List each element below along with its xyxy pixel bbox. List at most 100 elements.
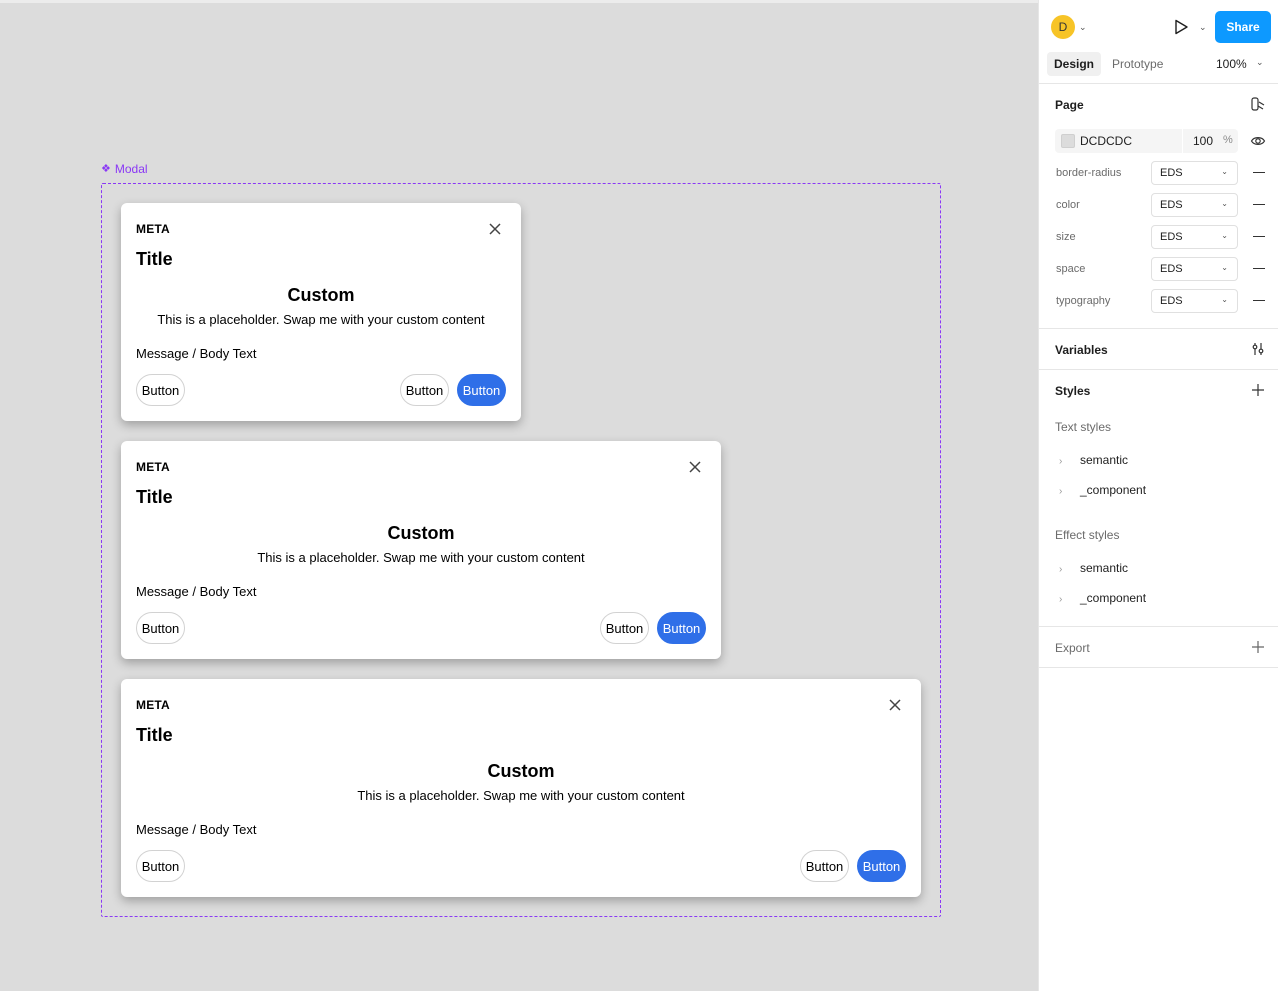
mode-value: EDS (1160, 295, 1183, 307)
field-separator (1182, 129, 1183, 153)
user-avatar[interactable]: D (1051, 15, 1075, 39)
plus-icon[interactable] (1250, 639, 1266, 655)
secondary-button[interactable]: Button (600, 612, 649, 644)
variable-mode-select[interactable]: EDS ⌄ (1151, 225, 1238, 249)
primary-button[interactable]: Button (657, 612, 706, 644)
properties-panel: D ⌄ ⌄ Share Design Prototype 100% ⌄ Page… (1038, 0, 1278, 991)
chevron-right-icon: › (1059, 594, 1063, 605)
plus-icon[interactable] (1250, 382, 1266, 398)
chevron-down-icon: ⌄ (1221, 295, 1228, 304)
chevron-down-icon[interactable]: ⌄ (1256, 57, 1264, 68)
share-button[interactable]: Share (1215, 11, 1271, 43)
style-group-item[interactable]: › _component (1059, 591, 1146, 605)
chevron-right-icon: › (1059, 456, 1063, 467)
opacity-unit: % (1223, 134, 1233, 146)
remove-icon[interactable] (1253, 268, 1265, 269)
primary-button[interactable]: Button (857, 850, 906, 882)
left-button[interactable]: Button (136, 850, 185, 882)
modal-small[interactable]: META Title Custom This is a placeholder.… (121, 203, 521, 421)
variable-mode-row: typography EDS ⌄ (1055, 289, 1267, 313)
close-icon[interactable] (887, 697, 903, 713)
left-button[interactable]: Button (136, 612, 185, 644)
divider (1039, 328, 1278, 329)
variable-collection-label: border-radius (1056, 167, 1122, 179)
modal-body-text: Message / Body Text (136, 346, 257, 361)
custom-placeholder-text: This is a placeholder. Swap me with your… (357, 788, 685, 803)
modal-meta: META (136, 222, 170, 236)
variable-mode-row: space EDS ⌄ (1055, 257, 1267, 281)
chevron-down-icon: ⌄ (1221, 167, 1228, 176)
color-swatch[interactable] (1061, 134, 1075, 148)
page-styles-icon[interactable] (1250, 96, 1266, 112)
chevron-down-icon: ⌄ (1221, 263, 1228, 272)
modal-title: Title (136, 249, 173, 269)
variable-mode-select[interactable]: EDS ⌄ (1151, 161, 1238, 185)
opacity-value[interactable]: 100 (1193, 134, 1213, 148)
chevron-right-icon: › (1059, 564, 1063, 575)
modal-meta: META (136, 460, 170, 474)
chevron-right-icon: › (1059, 486, 1063, 497)
variable-collection-label: space (1056, 263, 1086, 275)
custom-slot: Custom This is a placeholder. Swap me wi… (121, 523, 721, 565)
remove-icon[interactable] (1253, 204, 1265, 205)
close-icon[interactable] (487, 221, 503, 237)
modal-title: Title (136, 725, 173, 745)
eye-icon[interactable] (1250, 133, 1266, 149)
divider (1039, 369, 1278, 370)
custom-placeholder-text: This is a placeholder. Swap me with your… (257, 550, 585, 565)
modal-title: Title (136, 487, 173, 507)
modal-body-text: Message / Body Text (136, 822, 257, 837)
hex-value[interactable]: DCDCDC (1080, 134, 1132, 148)
secondary-button[interactable]: Button (800, 850, 849, 882)
variable-mode-select[interactable]: EDS ⌄ (1151, 193, 1238, 217)
left-button[interactable]: Button (136, 374, 185, 406)
tab-design[interactable]: Design (1047, 52, 1102, 76)
custom-placeholder-text: This is a placeholder. Swap me with your… (157, 312, 485, 327)
tab-prototype[interactable]: Prototype (1105, 52, 1170, 76)
modal-body-text: Message / Body Text (136, 584, 257, 599)
remove-icon[interactable] (1253, 300, 1265, 301)
custom-slot: Custom This is a placeholder. Swap me wi… (121, 285, 521, 327)
export-section-title: Export (1055, 641, 1090, 655)
custom-heading: Custom (487, 761, 555, 781)
canvas-top-edge (0, 0, 1038, 3)
style-group-item[interactable]: › semantic (1059, 561, 1128, 575)
chevron-down-icon[interactable]: ⌄ (1199, 22, 1207, 33)
modal-medium[interactable]: META Title Custom This is a placeholder.… (121, 441, 721, 659)
variable-collection-label: typography (1056, 295, 1111, 307)
close-icon[interactable] (687, 459, 703, 475)
mode-value: EDS (1160, 231, 1183, 243)
page-background-field[interactable]: DCDCDC 100 % (1055, 129, 1238, 153)
primary-button[interactable]: Button (457, 374, 506, 406)
remove-icon[interactable] (1253, 172, 1265, 173)
secondary-button[interactable]: Button (400, 374, 449, 406)
text-styles-label: Text styles (1055, 420, 1112, 434)
styles-section-title: Styles (1055, 384, 1091, 398)
modal-large[interactable]: META Title Custom This is a placeholder.… (121, 679, 921, 897)
remove-icon[interactable] (1253, 236, 1265, 237)
mode-value: EDS (1160, 199, 1183, 211)
style-group-item[interactable]: › _component (1059, 483, 1146, 497)
mode-value: EDS (1160, 167, 1183, 179)
play-icon[interactable] (1172, 18, 1190, 36)
style-group-label: _component (1080, 591, 1147, 605)
component-icon: ❖ (101, 162, 111, 175)
mode-value: EDS (1160, 263, 1183, 275)
effect-styles-label: Effect styles (1055, 528, 1120, 542)
divider (1039, 667, 1278, 668)
variable-mode-select[interactable]: EDS ⌄ (1151, 257, 1238, 281)
variable-mode-select[interactable]: EDS ⌄ (1151, 289, 1238, 313)
style-group-item[interactable]: › semantic (1059, 453, 1128, 467)
variable-mode-row: border-radius EDS ⌄ (1055, 161, 1267, 185)
frame-label[interactable]: ❖ Modal (101, 162, 148, 176)
variable-collection-label: size (1056, 231, 1076, 243)
variables-section-title: Variables (1055, 343, 1108, 357)
divider (1039, 83, 1278, 84)
variables-settings-icon[interactable] (1250, 341, 1266, 357)
style-group-label: semantic (1080, 561, 1129, 575)
frame-label-text: Modal (114, 162, 148, 176)
page-section-title: Page (1055, 98, 1084, 112)
chevron-down-icon[interactable]: ⌄ (1079, 22, 1087, 33)
zoom-level[interactable]: 100% (1216, 57, 1247, 71)
chevron-down-icon: ⌄ (1221, 199, 1228, 208)
